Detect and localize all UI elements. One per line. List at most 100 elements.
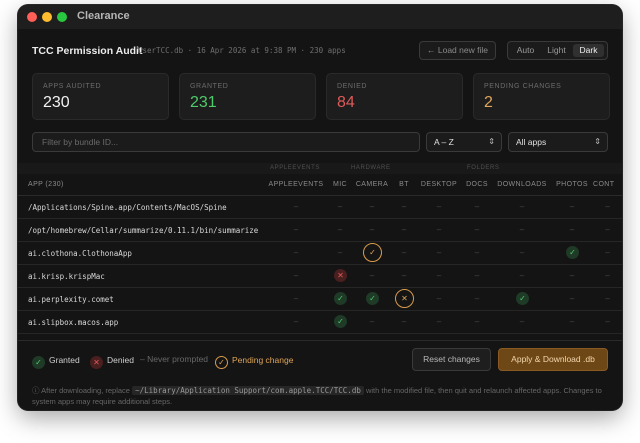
permission-cell[interactable]: – xyxy=(327,196,353,218)
never-prompted-dash: – xyxy=(474,248,480,257)
permission-cell[interactable]: – xyxy=(593,219,622,241)
permission-cell[interactable]: – xyxy=(593,288,622,310)
permission-cell[interactable]: – xyxy=(461,219,493,241)
legend-pending: ✓ Pending change xyxy=(215,354,293,369)
column-header[interactable]: DOWNLOADS xyxy=(493,181,551,188)
permission-cell[interactable]: – xyxy=(417,242,461,264)
never-prompted-dash: – xyxy=(401,225,407,234)
apply-download-button[interactable]: Apply & Download .db xyxy=(498,348,608,371)
permission-cell[interactable]: – xyxy=(353,196,391,218)
column-header[interactable]: CAMERA xyxy=(353,181,391,188)
permission-cell[interactable]: – xyxy=(417,288,461,310)
column-header[interactable]: MIC xyxy=(327,181,353,188)
sort-select[interactable]: A – Z ⇕ xyxy=(426,132,502,152)
table-row[interactable]: ai.perplexity.comet – ✓ ✓ ✕ – – ✓ – – xyxy=(18,288,622,311)
permission-cell[interactable]: – xyxy=(493,242,551,264)
permission-cell[interactable]: – xyxy=(353,219,391,241)
column-header[interactable]: CONT xyxy=(593,181,622,188)
permission-cell[interactable]: – xyxy=(417,196,461,218)
permissions-table: APPLEEVENTS HARDWARE FOLDERS APP (230) A… xyxy=(18,163,622,339)
column-header[interactable]: DOCS xyxy=(461,181,493,188)
permission-cell[interactable]: – xyxy=(551,311,593,333)
permission-cell[interactable]: – xyxy=(417,219,461,241)
theme-dark-option[interactable]: Dark xyxy=(573,44,604,57)
never-prompted-dash: – xyxy=(605,317,610,326)
permission-cell[interactable]: – xyxy=(461,242,493,264)
app-scope-select[interactable]: All apps ⇕ xyxy=(508,132,608,152)
never-prompted-dash: – xyxy=(436,248,442,257)
permission-cell[interactable]: – xyxy=(391,219,417,241)
permission-cell[interactable]: – xyxy=(551,196,593,218)
permission-cell[interactable]: – xyxy=(593,265,622,287)
never-prompted-dash: – xyxy=(519,317,525,326)
close-window-button[interactable] xyxy=(27,12,37,22)
permission-cell[interactable]: – xyxy=(265,265,327,287)
permission-cell[interactable]: ✕ xyxy=(327,265,353,287)
permission-cell[interactable]: – xyxy=(265,219,327,241)
permission-cell[interactable]: – xyxy=(593,196,622,218)
permission-cell[interactable]: ✓ xyxy=(353,242,391,264)
permission-cell[interactable]: – xyxy=(353,265,391,287)
permission-cell[interactable]: ✓ xyxy=(327,311,353,333)
table-row[interactable]: /Applications/Spine.app/Contents/MacOS/S… xyxy=(18,196,622,219)
theme-auto-option[interactable]: Auto xyxy=(511,44,540,57)
minimize-window-button[interactable] xyxy=(42,12,52,22)
permission-cell[interactable]: ✓ xyxy=(327,288,353,310)
legend-denied-label: Denied xyxy=(107,355,134,365)
table-row[interactable]: ai.krisp.krispMac – ✕ – – – – – – – xyxy=(18,265,622,288)
permission-cell[interactable]: – xyxy=(551,265,593,287)
table-header-row: APP (230) APPLEEVENTS MIC CAMERA BT DESK… xyxy=(18,175,622,196)
never-prompted-dash: – xyxy=(293,294,299,303)
permission-cell[interactable]: – xyxy=(593,242,622,264)
permission-cell[interactable]: ✓ xyxy=(551,242,593,264)
never-prompted-dash: – xyxy=(293,271,299,280)
never-prompted-dash: – xyxy=(474,202,480,211)
permission-cell[interactable]: – xyxy=(417,311,461,333)
table-row[interactable]: ai.slipbox.macos.app – ✓ – – – – – – – xyxy=(18,311,622,334)
zoom-window-button[interactable] xyxy=(57,12,67,22)
permission-cell[interactable]: – xyxy=(391,242,417,264)
permission-cell[interactable]: – xyxy=(417,265,461,287)
permission-cell[interactable]: – xyxy=(493,196,551,218)
column-header[interactable]: PHOTOS xyxy=(551,181,593,188)
permission-cell[interactable]: – xyxy=(391,265,417,287)
permission-cell[interactable]: – xyxy=(265,242,327,264)
permission-cell[interactable]: – xyxy=(327,219,353,241)
table-row[interactable]: /opt/homebrew/Cellar/summarize/0.11.1/bi… xyxy=(18,219,622,242)
app-bundle-id: ai.slipbox.macos.app xyxy=(28,318,119,327)
permission-cell[interactable]: – xyxy=(461,265,493,287)
reset-changes-button[interactable]: Reset changes xyxy=(412,348,491,371)
permission-cell[interactable]: ✓ xyxy=(353,288,391,310)
load-new-file-button[interactable]: ← Load new file xyxy=(419,41,496,60)
permission-cell[interactable]: – xyxy=(461,288,493,310)
never-prompted-dash: – xyxy=(436,317,442,326)
permission-cell[interactable]: – xyxy=(551,219,593,241)
never-prompted-dash: – xyxy=(569,225,575,234)
theme-light-option[interactable]: Light xyxy=(542,44,571,57)
permission-cell[interactable]: – xyxy=(265,196,327,218)
column-header[interactable]: BT xyxy=(391,181,417,188)
permission-cell[interactable]: – xyxy=(265,288,327,310)
permission-cell[interactable]: – xyxy=(493,219,551,241)
permission-cell[interactable]: – xyxy=(461,311,493,333)
permission-cell[interactable]: ✕ xyxy=(391,288,417,310)
column-header[interactable]: APPLEEVENTS xyxy=(265,181,327,188)
table-row[interactable]: ai.clothona.ClothonaApp – – ✓ – – – – ✓ – xyxy=(18,242,622,265)
permission-cell[interactable]: – xyxy=(493,265,551,287)
permission-cell[interactable]: – xyxy=(327,242,353,264)
column-header-app[interactable]: APP (230) xyxy=(28,181,64,188)
permission-cell[interactable]: – xyxy=(461,196,493,218)
permission-cell[interactable]: – xyxy=(551,288,593,310)
permission-cell[interactable]: – xyxy=(391,311,417,333)
permission-cell[interactable]: – xyxy=(493,311,551,333)
never-prompted-dash: – xyxy=(519,271,525,280)
permission-cell[interactable]: – xyxy=(593,311,622,333)
bundle-id-filter-input[interactable]: Filter by bundle ID... xyxy=(32,132,420,152)
permission-cell[interactable]: – xyxy=(391,196,417,218)
stat-value: 230 xyxy=(43,94,70,111)
permission-cell[interactable]: – xyxy=(265,311,327,333)
permission-cell[interactable]: ✓ xyxy=(493,288,551,310)
stat-value: 2 xyxy=(484,94,493,111)
permission-cell[interactable]: – xyxy=(353,311,391,333)
column-header[interactable]: DESKTOP xyxy=(417,181,461,188)
